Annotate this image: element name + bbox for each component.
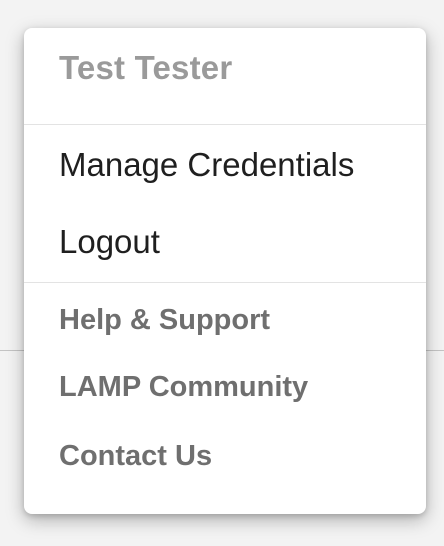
manage-credentials-item[interactable]: Manage Credentials (24, 127, 426, 203)
account-actions-section: Manage Credentials Logout (24, 125, 426, 283)
user-name: Test Tester (59, 49, 233, 86)
help-support-link[interactable]: Help & Support (24, 287, 426, 353)
lamp-community-link[interactable]: LAMP Community (24, 353, 426, 422)
account-menu: Test Tester Manage Credentials Logout He… (24, 28, 426, 514)
menu-header: Test Tester (24, 28, 426, 125)
contact-us-link[interactable]: Contact Us (24, 422, 426, 491)
support-links-section: Help & Support LAMP Community Contact Us (24, 283, 426, 491)
logout-item[interactable]: Logout (24, 203, 426, 281)
